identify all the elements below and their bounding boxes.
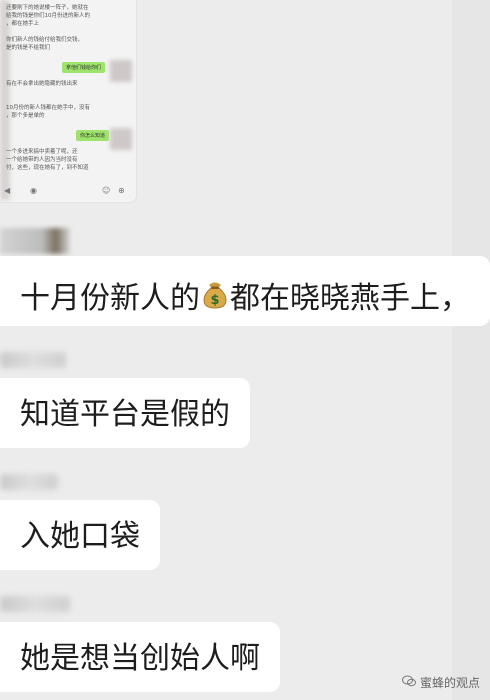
embedded-green-bubble: 你怎么知道: [76, 130, 110, 141]
back-icon[interactable]: ◀: [4, 186, 10, 195]
watermark-text: 蜜蜂的观点: [419, 676, 480, 690]
message-text: 入她口袋: [20, 519, 140, 554]
chat-bubble: 入她口袋: [0, 500, 160, 570]
watermark: 蜜蜂的观点: [401, 674, 480, 691]
message-text: 十月份新人的: [20, 281, 200, 316]
embedded-line: 给我的钱是你们10月份进的新人的: [6, 13, 90, 19]
message-text: 知道平台是假的: [20, 397, 230, 432]
chat-bubble: 她是想当创始人啊: [0, 622, 280, 692]
embedded-green-bubble: 拿他们钱给你们: [62, 62, 106, 73]
voice-icon[interactable]: ◉: [30, 186, 37, 195]
embedded-line: 还要刷下的她说楼一阵子，她就在: [6, 5, 89, 11]
chat-bubble: 知道平台是假的: [0, 378, 250, 448]
blurred-avatar: [110, 128, 132, 150]
chat-bubble: 十月份新人的 $ 都在晓晓燕手上，: [0, 256, 490, 326]
money-bag-icon: $: [200, 278, 230, 316]
sender-name-blur: [0, 474, 58, 490]
blurred-avatar: [110, 60, 132, 82]
wechat-logo-icon: [401, 675, 416, 690]
right-blur-strip: [452, 0, 490, 700]
embedded-line: 付，这些，现在她有了，到不知道: [6, 165, 89, 171]
embedded-line: 有在不会拿出她隐藏的钱出来: [6, 81, 78, 87]
emoji-icon[interactable]: ☺: [102, 186, 110, 195]
embedded-line: 10月份的新人钱都在她手中，没有: [6, 105, 90, 111]
embedded-chat-screenshot: 还要刷下的她说楼一阵子，她就在 给我的钱是你们10月份进的新人的 ，都在她手上 …: [0, 0, 136, 202]
embedded-line: 你们新人的钱给付给我们交钱，: [6, 37, 84, 43]
sender-name-blur: [0, 596, 70, 612]
message-text: 她是想当创始人啊: [20, 641, 260, 676]
sender-name-blur: [0, 228, 70, 254]
embedded-line: 一个给她带的人因为当时没有: [6, 157, 78, 163]
message-text: 都在晓晓燕手上，: [230, 281, 470, 316]
sender-name-blur: [0, 352, 66, 368]
svg-text:$: $: [210, 293, 219, 308]
plus-icon[interactable]: ⊕: [118, 186, 125, 195]
embedded-line: 一个多进来搞中卖着了呢，还: [6, 149, 78, 155]
embedded-line: ，都在她手上: [6, 21, 40, 27]
embedded-line: 是的钱是不给我们: [6, 45, 51, 51]
embedded-line: ，那个多是单的: [6, 113, 45, 119]
